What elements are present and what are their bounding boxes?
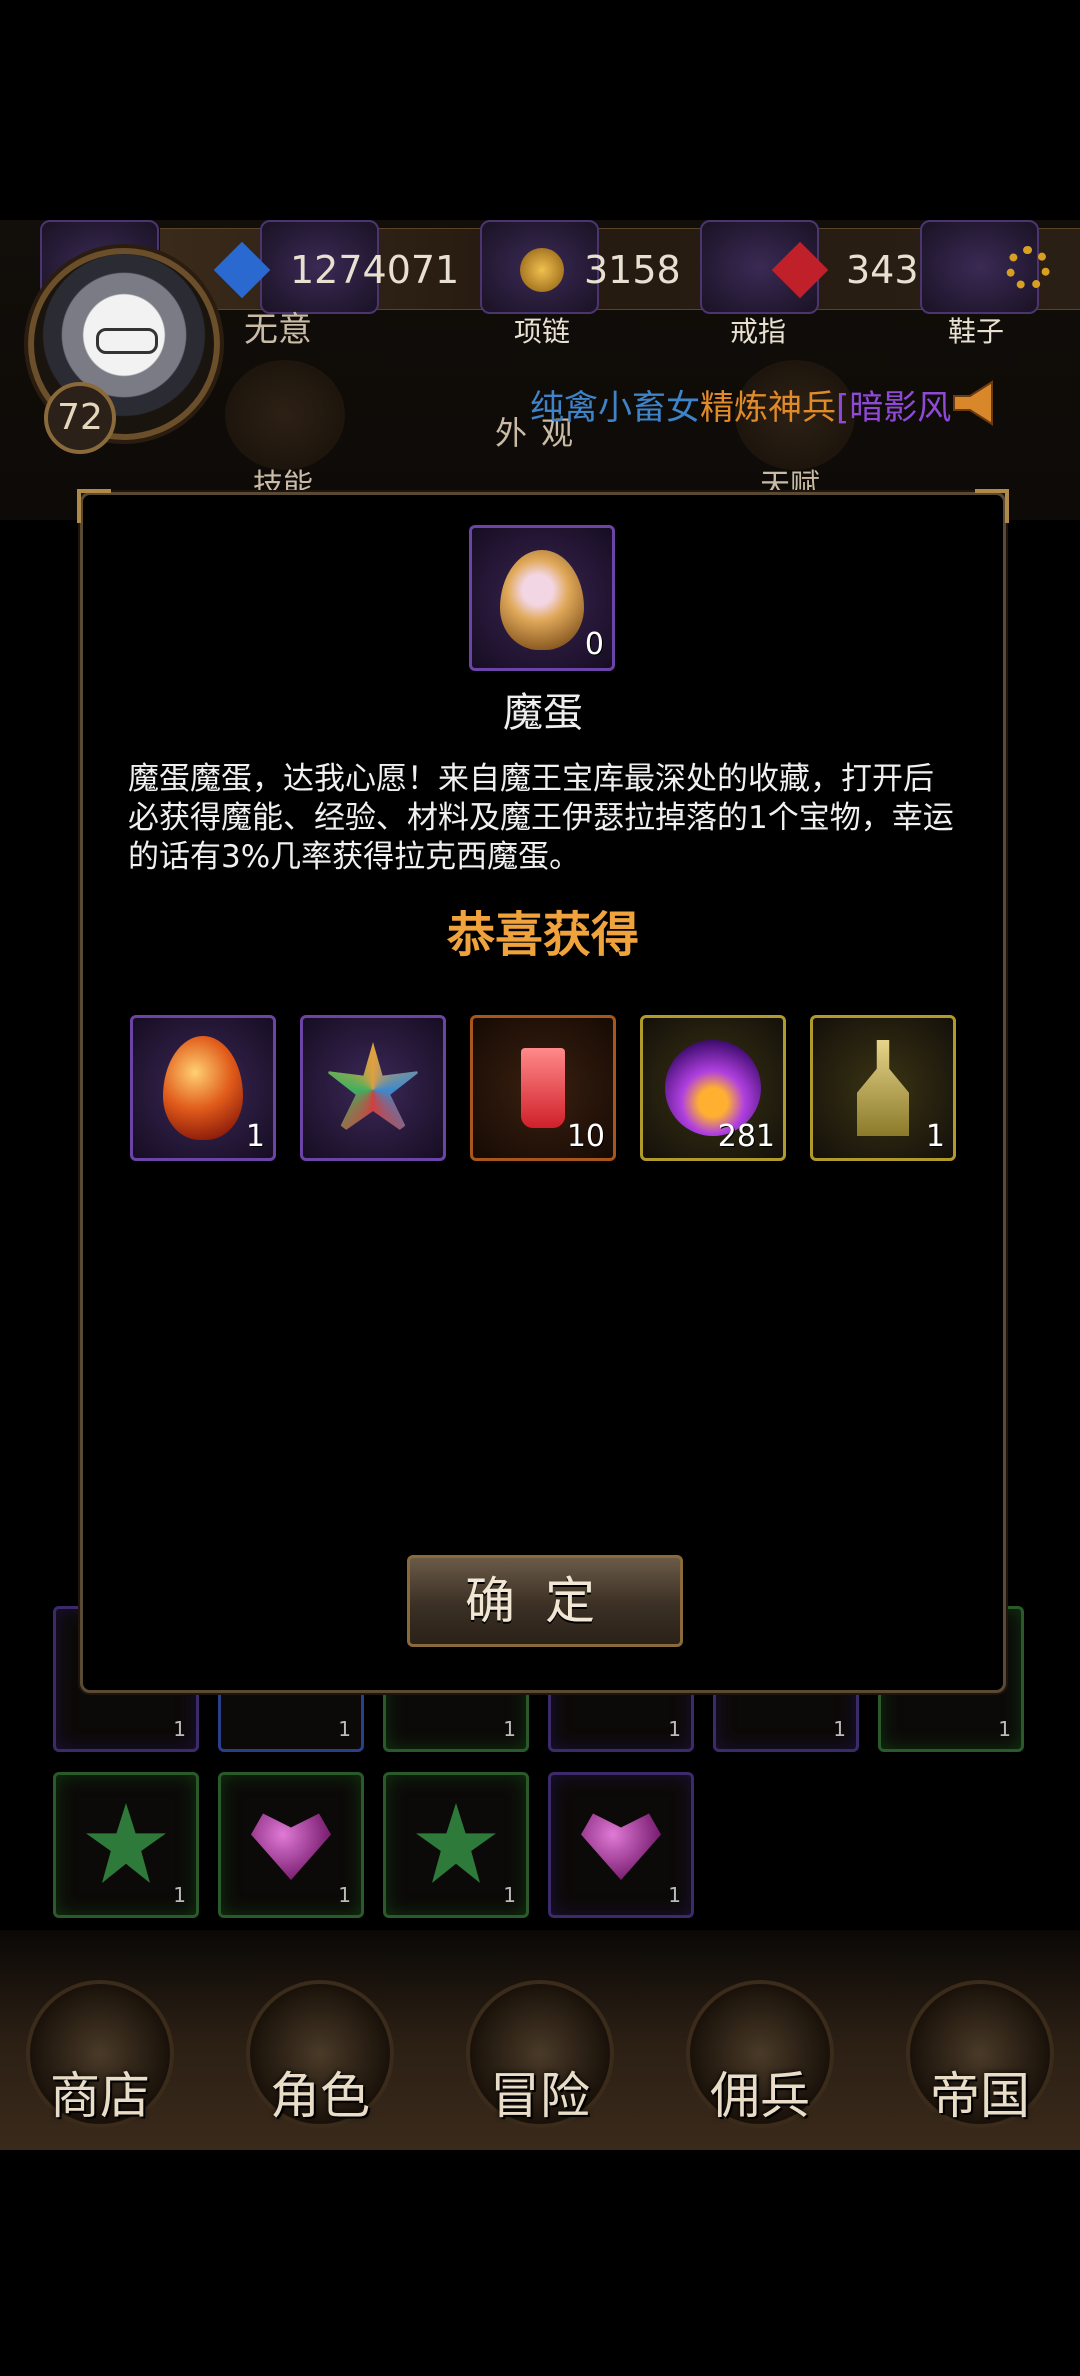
inventory-slot[interactable]: 1 (383, 1772, 529, 1918)
nav-empire[interactable]: 帝国 (905, 1980, 1055, 2140)
reward-dialog: 0 魔蛋 魔蛋魔蛋，达我心愿！来自魔王宝库最深处的收藏，打开后必获得魔能、经验、… (77, 489, 1009, 1693)
nav-adventure-label: 冒险 (490, 2067, 590, 2125)
reward-slot[interactable]: 1 (130, 1015, 276, 1161)
currency-1-value: 1274071 (290, 248, 460, 292)
gold-coin-icon (520, 248, 564, 292)
bottom-navigation: 商店 角色 冒险 佣兵 帝国 (0, 1930, 1080, 2150)
ticker-item: [暗影风 (836, 388, 952, 428)
reward-slot[interactable]: 10 (470, 1015, 616, 1161)
purple-heart-icon (581, 1813, 661, 1880)
magic-egg-icon (500, 550, 584, 650)
currency-3-value: 343 (846, 248, 919, 292)
skills-emblem-icon (225, 360, 345, 470)
nav-mercenary-label: 佣兵 (710, 2067, 810, 2125)
settings-gear-icon[interactable] (1006, 246, 1050, 290)
necklace-label: 项链 (514, 315, 571, 348)
reward-slot[interactable] (300, 1015, 446, 1161)
opened-item-slot: 0 (469, 525, 615, 671)
player-name: 无意 (244, 310, 312, 350)
inventory-slot[interactable]: 1 (548, 1772, 694, 1918)
confirm-button[interactable]: 确定 (407, 1555, 683, 1647)
inventory-slot[interactable]: 1 (53, 1772, 199, 1918)
announcement-ticker[interactable]: 纯禽小畜女精炼神兵[暗影风 (530, 380, 1000, 430)
shoes-label: 鞋子 (948, 315, 1005, 348)
currency-2-value: 3158 (584, 248, 681, 292)
nav-empire-label: 帝国 (930, 2067, 1030, 2125)
item-description: 魔蛋魔蛋，达我心愿！来自魔王宝库最深处的收藏，打开后必获得魔能、经验、材料及魔王… (128, 761, 954, 875)
inventory-slot[interactable]: 1 (218, 1772, 364, 1918)
horn-icon[interactable] (948, 378, 1002, 428)
nav-adventure[interactable]: 冒险 (465, 1980, 615, 2140)
reward-slot[interactable]: 1 (810, 1015, 956, 1161)
congrats-heading: 恭喜获得 (446, 907, 639, 963)
purple-heart-icon (251, 1813, 331, 1880)
red-egg-icon (163, 1036, 243, 1140)
drink-icon (521, 1048, 565, 1128)
nav-shop[interactable]: 商店 (25, 1980, 175, 2140)
nav-character[interactable]: 角色 (245, 1980, 395, 2140)
player-level-badge: 72 (44, 382, 116, 454)
green-star-icon (416, 1803, 496, 1883)
nav-character-label: 角色 (270, 2067, 370, 2125)
opened-item-count: 0 (584, 627, 604, 662)
reward-slot[interactable]: 281 (640, 1015, 786, 1161)
green-star-icon (86, 1803, 166, 1883)
ticker-action: 精炼神兵 (700, 388, 836, 428)
ring-label: 戒指 (730, 315, 787, 348)
item-name: 魔蛋 (503, 690, 583, 736)
ticker-player-name: 纯禽小畜女 (530, 388, 700, 428)
potion-flask-icon (857, 1040, 909, 1136)
nav-mercenary[interactable]: 佣兵 (685, 1980, 835, 2140)
necklace-icon (325, 1042, 421, 1138)
nav-shop-label: 商店 (50, 2067, 150, 2125)
